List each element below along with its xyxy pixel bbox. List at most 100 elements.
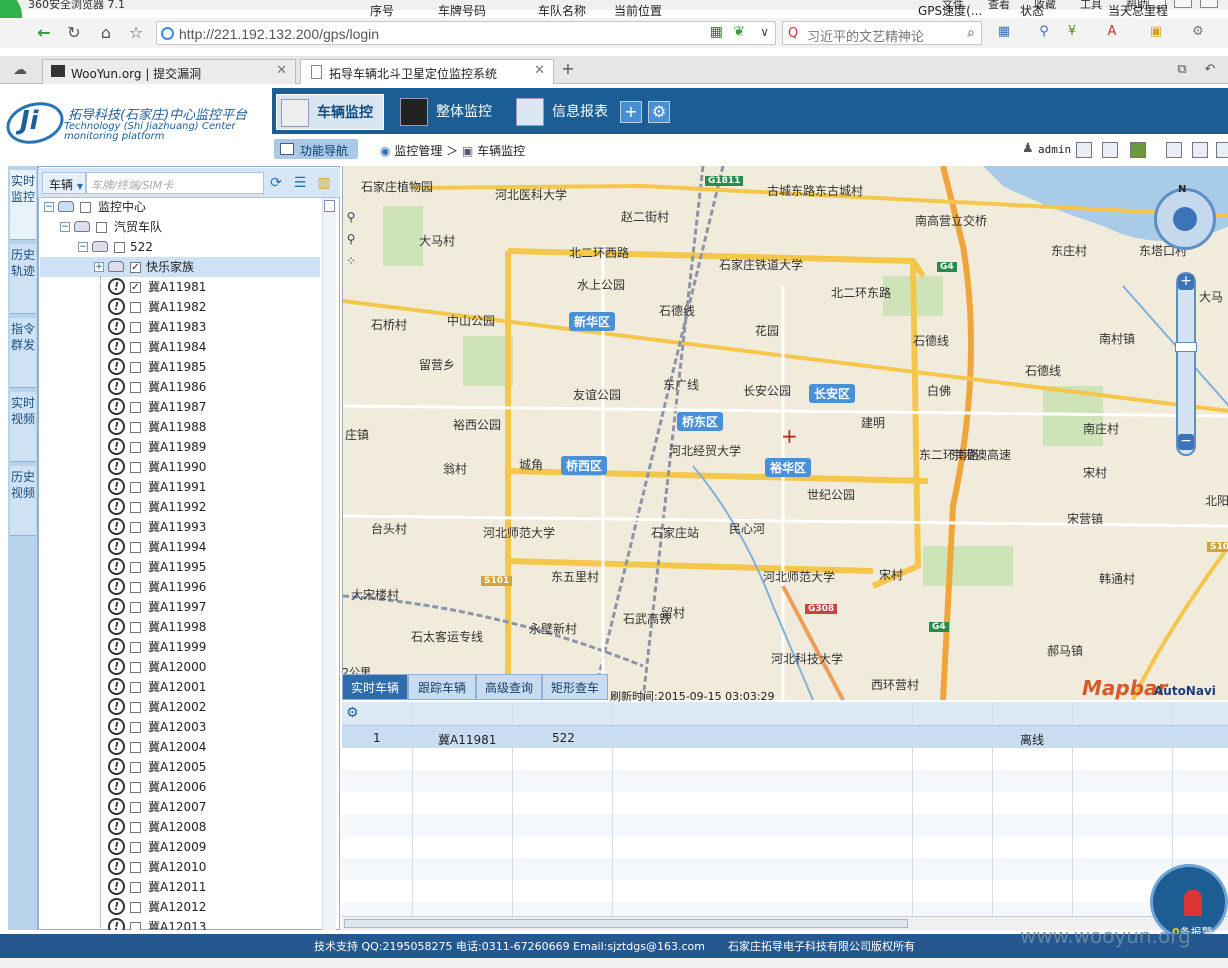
collapse-icon[interactable]: − xyxy=(44,202,54,212)
checkbox[interactable] xyxy=(130,922,141,930)
grid-settings-gear-icon[interactable]: ⚙ xyxy=(346,705,359,721)
tree-node-vehicle[interactable]: ! 冀A11987 xyxy=(40,397,320,417)
checkbox[interactable] xyxy=(130,502,141,513)
col-position[interactable]: 当前位置 xyxy=(614,2,662,19)
leaf-icon[interactable]: ❦ xyxy=(733,24,745,40)
col-plate[interactable]: 车牌号码 xyxy=(438,2,486,19)
col-gps-speed[interactable]: GPS速度(... xyxy=(918,2,982,19)
checkbox[interactable] xyxy=(130,302,141,313)
checkbox[interactable] xyxy=(130,482,141,493)
money-icon[interactable]: ¥ xyxy=(1064,24,1080,40)
tree-node-vehicle[interactable]: ! 冀A11988 xyxy=(40,417,320,437)
tree-node-root[interactable]: − 监控中心 xyxy=(40,197,320,217)
checkbox[interactable]: ✓ xyxy=(130,262,141,273)
close-tab-icon[interactable]: ✕ xyxy=(276,63,287,78)
checkbox[interactable] xyxy=(130,642,141,653)
reload-icon[interactable]: ↻ xyxy=(64,23,84,43)
checkbox[interactable] xyxy=(130,562,141,573)
address-dropdown-icon[interactable]: ∨ xyxy=(760,25,769,39)
tree-node-vehicle[interactable]: ! 冀A12011 xyxy=(40,877,320,897)
menu-tools[interactable]: 工具 xyxy=(1080,0,1102,10)
tree-node-vehicle[interactable]: ! 冀A12003 xyxy=(40,717,320,737)
tree-node-vehicle[interactable]: ! 冀A11989 xyxy=(40,437,320,457)
function-nav-button[interactable]: 功能导航 xyxy=(274,139,358,159)
col-mileage[interactable]: 当天总里程 xyxy=(1108,2,1168,19)
checkbox[interactable] xyxy=(130,602,141,613)
col-status[interactable]: 状态 xyxy=(1020,2,1044,19)
scroll-thumb[interactable] xyxy=(344,919,908,928)
tree-node-vehicle[interactable]: ! 冀A12008 xyxy=(40,817,320,837)
checkbox[interactable] xyxy=(130,422,141,433)
tree-node-vehicle[interactable]: ! 冀A12000 xyxy=(40,657,320,677)
tree-node-vehicle[interactable]: ! 冀A11992 xyxy=(40,497,320,517)
add-icon[interactable]: + xyxy=(620,101,642,123)
filter-type-select[interactable]: 车辆 ▼ xyxy=(42,172,86,194)
checkbox[interactable] xyxy=(130,782,141,793)
tree-node-fleet[interactable]: − 汽贸车队 xyxy=(40,217,320,237)
tree-node-vehicle[interactable]: ! 冀A12005 xyxy=(40,757,320,777)
checkbox[interactable] xyxy=(130,582,141,593)
tab-track-vehicles[interactable]: 跟踪车辆 xyxy=(408,674,476,700)
menu-view[interactable]: 查看 xyxy=(988,0,1010,10)
tree-node-vehicle[interactable]: ! 冀A11985 xyxy=(40,357,320,377)
tree-node-vehicle[interactable]: ! 冀A11994 xyxy=(40,537,320,557)
collapse-icon[interactable]: − xyxy=(78,242,88,252)
expand-icon[interactable]: + xyxy=(94,262,104,272)
tree-node-vehicle[interactable]: ! 冀A12006 xyxy=(40,777,320,797)
refresh-icon[interactable]: ⟳ xyxy=(266,173,286,193)
tree-node-vehicle[interactable]: ! 冀A12012 xyxy=(40,897,320,917)
tree-node-vehicle[interactable]: ! 冀A11997 xyxy=(40,597,320,617)
checkbox[interactable] xyxy=(130,322,141,333)
checkbox[interactable] xyxy=(130,882,141,893)
tree-node-vehicle[interactable]: ! 冀A12002 xyxy=(40,697,320,717)
checkbox[interactable] xyxy=(80,202,91,213)
tree-node-vehicle[interactable]: ! 冀A12013 xyxy=(40,917,320,930)
restore-tab-icon[interactable]: ⧉ xyxy=(1172,60,1192,80)
map-pan-control[interactable] xyxy=(1154,188,1216,250)
tree-node-vehicle[interactable]: ! 冀A11999 xyxy=(40,637,320,657)
checkbox[interactable] xyxy=(130,522,141,533)
tree-search-input[interactable]: 车牌/终端/SIM卡 xyxy=(86,172,264,194)
qr-icon[interactable]: ▦ xyxy=(710,24,723,40)
checkbox[interactable] xyxy=(96,222,107,233)
share-icon[interactable] xyxy=(1216,142,1228,158)
checkbox[interactable]: ✓ xyxy=(130,282,141,293)
menu-overall-monitor[interactable]: 整体监控 xyxy=(396,94,496,130)
list-icon[interactable]: ☰ xyxy=(290,173,310,193)
side-tab-history-track[interactable]: 历史轨迹 xyxy=(10,244,36,314)
tree-node-vehicle[interactable]: ! 冀A11998 xyxy=(40,617,320,637)
download-icon[interactable] xyxy=(1192,142,1208,158)
back-icon[interactable]: ← xyxy=(34,23,54,43)
checkbox[interactable] xyxy=(130,862,141,873)
tree-node-vehicle[interactable]: ! 冀A11984 xyxy=(40,337,320,357)
checkbox[interactable] xyxy=(130,762,141,773)
checkbox[interactable] xyxy=(130,802,141,813)
upload-icon[interactable] xyxy=(1102,142,1118,158)
checkbox[interactable] xyxy=(130,362,141,373)
zoom-icon[interactable]: ⚲ xyxy=(1036,24,1052,40)
tree-node-group[interactable]: − 522 xyxy=(40,237,320,257)
tab-realtime-vehicles[interactable]: 实时车辆 xyxy=(342,674,408,700)
tree-node-vehicle[interactable]: ! 冀A11993 xyxy=(40,517,320,537)
tree-node-vehicle[interactable]: ! 冀A11982 xyxy=(40,297,320,317)
checkbox[interactable] xyxy=(130,462,141,473)
map-pin-icon[interactable]: ⚲ xyxy=(342,232,360,254)
tree-scrollbar[interactable] xyxy=(322,198,336,930)
bar-chart-icon[interactable]: ▥ xyxy=(314,173,334,193)
tree-node-vehicle[interactable]: ! ✓ 冀A11981 xyxy=(40,277,320,297)
tab-wooyun[interactable]: WooYun.org | 提交漏洞 ✕ xyxy=(42,59,296,84)
tree-node-vehicle[interactable]: ! 冀A11986 xyxy=(40,377,320,397)
map-grid-icon[interactable]: ⁘ xyxy=(342,254,360,276)
checkbox[interactable] xyxy=(130,702,141,713)
side-tab-realtime[interactable]: 实时监控 xyxy=(10,170,36,240)
cloud-icon[interactable]: ☁ xyxy=(10,60,30,80)
checkbox[interactable] xyxy=(130,682,141,693)
side-tab-history-video[interactable]: 历史视频 xyxy=(10,466,36,536)
apps-icon[interactable]: ▦ xyxy=(996,24,1012,40)
checkbox[interactable] xyxy=(130,742,141,753)
collapse-icon[interactable]: − xyxy=(60,222,70,232)
checkbox[interactable] xyxy=(130,342,141,353)
checkbox[interactable] xyxy=(130,442,141,453)
settings-icon[interactable]: ⚙ xyxy=(1190,24,1206,40)
breadcrumb-item-monitor-manage[interactable]: 监控管理 xyxy=(394,144,442,158)
